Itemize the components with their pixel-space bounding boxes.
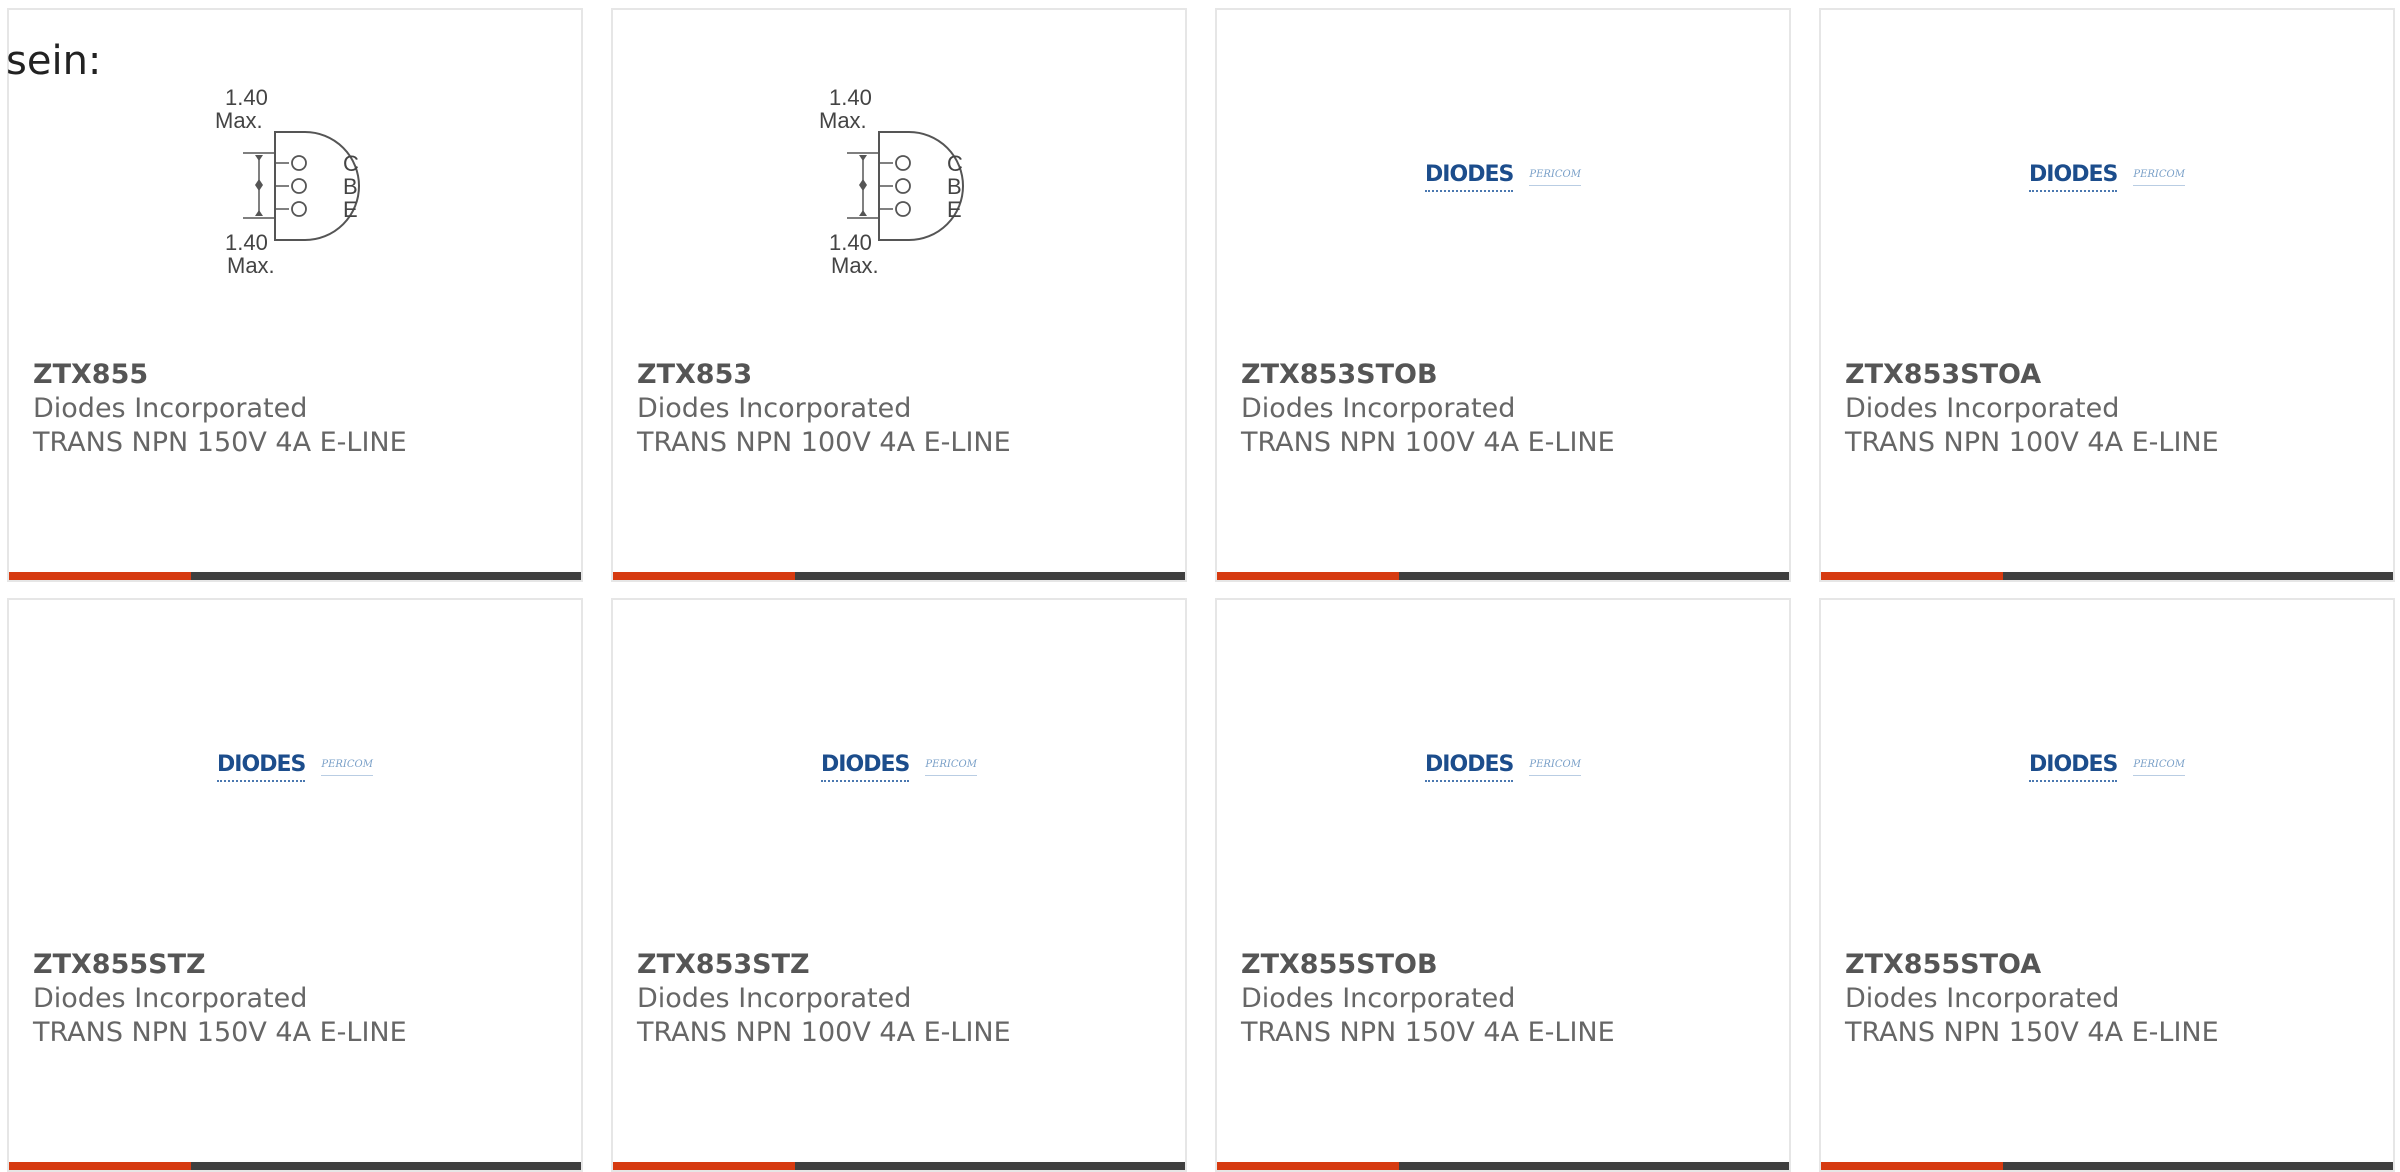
package-diagram-icon: 1.40 Max. C B E 1.40 Max.	[819, 85, 964, 275]
accent-bar	[1821, 572, 2003, 580]
diodes-logo-icon: DIODES PERICOM	[1425, 162, 1581, 192]
product-card[interactable]: 1.40 Max. C B E 1.40 Max.	[611, 8, 1187, 582]
product-card[interactable]: 1.40 Max. C B E 1.40 Max.	[7, 8, 583, 582]
manufacturer: Diodes Incorporated	[33, 983, 308, 1014]
accent-bar	[9, 1162, 191, 1170]
description: TRANS NPN 150V 4A E-LINE	[1845, 1017, 2219, 1048]
part-number[interactable]: ZTX855STZ	[33, 948, 561, 982]
svg-text:B: B	[947, 174, 962, 199]
product-image: DIODES PERICOM	[9, 600, 581, 930]
product-image: DIODES PERICOM	[1217, 600, 1789, 930]
product-card[interactable]: DIODES PERICOM ZTX855STOB Diodes Incorpo…	[1215, 598, 1791, 1172]
description: TRANS NPN 100V 4A E-LINE	[637, 1017, 1011, 1048]
card-footer-bar	[9, 1162, 581, 1170]
svg-text:E: E	[343, 197, 358, 222]
diodes-logo-icon: DIODES PERICOM	[1425, 752, 1581, 782]
accent-bar	[1821, 1162, 2003, 1170]
svg-text:1.40: 1.40	[225, 230, 268, 255]
description: TRANS NPN 100V 4A E-LINE	[1241, 427, 1615, 458]
part-number[interactable]: ZTX855STOB	[1241, 948, 1769, 982]
manufacturer: Diodes Incorporated	[1845, 983, 2120, 1014]
svg-text:C: C	[947, 151, 963, 176]
svg-text:Max.: Max.	[227, 253, 275, 275]
card-footer-bar	[613, 572, 1185, 580]
product-card[interactable]: DIODES PERICOM ZTX855STZ Diodes Incorpor…	[7, 598, 583, 1172]
product-grid: 1.40 Max. C B E 1.40 Max. ZTX855 Diodes …	[0, 0, 2400, 1172]
product-image: 1.40 Max. C B E 1.40 Max.	[613, 10, 1185, 340]
product-image: DIODES PERICOM	[1217, 10, 1789, 340]
manufacturer: Diodes Incorporated	[33, 393, 308, 424]
manufacturer: Diodes Incorporated	[637, 983, 912, 1014]
accent-bar	[9, 572, 191, 580]
part-number[interactable]: ZTX853STOA	[1845, 358, 2373, 392]
card-footer-bar	[1821, 572, 2393, 580]
page-label: sein:	[6, 38, 102, 84]
product-image: DIODES PERICOM	[1821, 10, 2393, 340]
diodes-logo-icon: DIODES PERICOM	[821, 752, 977, 782]
diodes-logo-icon: DIODES PERICOM	[2029, 162, 2185, 192]
part-number[interactable]: ZTX855STOA	[1845, 948, 2373, 982]
description: TRANS NPN 100V 4A E-LINE	[1845, 427, 2219, 458]
description: TRANS NPN 100V 4A E-LINE	[637, 427, 1011, 458]
svg-text:Max.: Max.	[819, 108, 867, 133]
card-footer-bar	[9, 572, 581, 580]
manufacturer: Diodes Incorporated	[637, 393, 912, 424]
part-number[interactable]: ZTX853STZ	[637, 948, 1165, 982]
svg-text:1.40: 1.40	[829, 85, 872, 110]
card-footer-bar	[1217, 1162, 1789, 1170]
svg-text:1.40: 1.40	[225, 85, 268, 110]
svg-text:1.40: 1.40	[829, 230, 872, 255]
card-footer-bar	[1821, 1162, 2393, 1170]
accent-bar	[613, 572, 795, 580]
part-number[interactable]: ZTX855	[33, 358, 561, 392]
manufacturer: Diodes Incorporated	[1241, 393, 1516, 424]
svg-text:Max.: Max.	[831, 253, 879, 275]
part-number[interactable]: ZTX853	[637, 358, 1165, 392]
accent-bar	[1217, 1162, 1399, 1170]
card-footer-bar	[613, 1162, 1185, 1170]
card-footer-bar	[1217, 572, 1789, 580]
product-card[interactable]: DIODES PERICOM ZTX855STOA Diodes Incorpo…	[1819, 598, 2395, 1172]
diodes-logo-icon: DIODES PERICOM	[217, 752, 373, 782]
description: TRANS NPN 150V 4A E-LINE	[1241, 1017, 1615, 1048]
product-card[interactable]: DIODES PERICOM ZTX853STZ Diodes Incorpor…	[611, 598, 1187, 1172]
accent-bar	[613, 1162, 795, 1170]
manufacturer: Diodes Incorporated	[1845, 393, 2120, 424]
description: TRANS NPN 150V 4A E-LINE	[33, 1017, 407, 1048]
part-number[interactable]: ZTX853STOB	[1241, 358, 1769, 392]
svg-text:E: E	[947, 197, 962, 222]
diodes-logo-icon: DIODES PERICOM	[2029, 752, 2185, 782]
package-diagram-icon: 1.40 Max. C B E 1.40 Max.	[215, 85, 360, 275]
description: TRANS NPN 150V 4A E-LINE	[33, 427, 407, 458]
svg-text:C: C	[343, 151, 359, 176]
manufacturer: Diodes Incorporated	[1241, 983, 1516, 1014]
product-card[interactable]: DIODES PERICOM ZTX853STOA Diodes Incorpo…	[1819, 8, 2395, 582]
product-image: DIODES PERICOM	[1821, 600, 2393, 930]
accent-bar	[1217, 572, 1399, 580]
svg-text:Max.: Max.	[215, 108, 263, 133]
svg-text:B: B	[343, 174, 358, 199]
product-card[interactable]: DIODES PERICOM ZTX853STOB Diodes Incorpo…	[1215, 8, 1791, 582]
product-image: DIODES PERICOM	[613, 600, 1185, 930]
